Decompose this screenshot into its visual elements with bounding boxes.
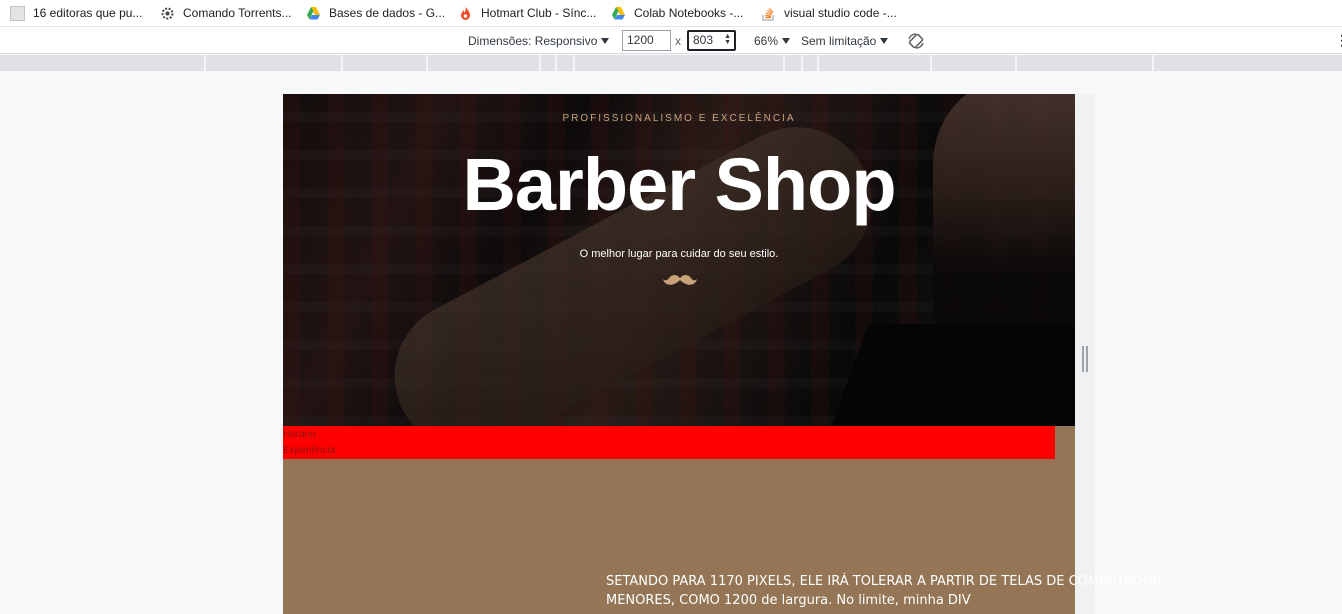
bookmark-label: Comando Torrents... xyxy=(183,6,292,20)
spinner-icon[interactable]: ▲ ▼ xyxy=(724,33,731,46)
annotation-note: SETANDO PARA 1170 PIXELS, ELE IRÁ TOLERA… xyxy=(606,572,1206,610)
bookmark-5[interactable]: Colab Notebooks -... xyxy=(611,0,743,27)
zoom-label: 66% xyxy=(754,33,779,48)
mustache-icon xyxy=(663,275,697,285)
resize-handle[interactable] xyxy=(1082,346,1088,372)
chevron-down-icon xyxy=(880,37,889,44)
throttle-dropdown[interactable]: Sem limitação xyxy=(801,27,889,54)
media-query-ruler[interactable] xyxy=(0,55,1342,71)
bookmark-label: Hotmart Club - Sínc... xyxy=(481,6,597,20)
chevron-down-icon xyxy=(601,37,610,44)
dimensions-label: Dimensões: Responsivo xyxy=(468,33,598,48)
bookmark-label: Bases de dados - G... xyxy=(329,6,446,20)
dimensions-dropdown[interactable]: Dimensões: Responsivo xyxy=(468,27,610,54)
bookmark-6[interactable]: visual studio code -... xyxy=(761,0,897,27)
height-value: 803 xyxy=(693,33,714,47)
flame-icon xyxy=(458,6,473,21)
stack-icon xyxy=(761,6,776,21)
nav-link-experiencia[interactable]: Experiência xyxy=(283,443,1055,459)
bookmark-label: 16 editoras que pu... xyxy=(33,6,143,20)
height-input[interactable]: 803 ▲ ▼ xyxy=(687,30,736,51)
chevron-down-icon xyxy=(782,37,791,44)
nav-bar-gap xyxy=(1055,426,1075,459)
width-input[interactable]: 1200 xyxy=(622,30,671,51)
rotate-icon[interactable] xyxy=(907,27,925,54)
drive-icon xyxy=(306,6,321,21)
bookmark-4[interactable]: Hotmart Club - Sínc... xyxy=(458,0,596,27)
device-toolbar: Dimensões: Responsivo 1200 x 803 ▲ ▼ 66% … xyxy=(0,27,1342,54)
hero-title: Barber Shop xyxy=(462,143,896,226)
hero-subtitle: O melhor lugar para cuidar do seu estilo… xyxy=(579,248,779,260)
nav-link-horario[interactable]: Horário xyxy=(283,427,1055,443)
hero-tagline: PROFISSIONALISMO E EXCELÊNCIA xyxy=(562,113,796,124)
hero-section: PROFISSIONALISMO E EXCELÊNCIA Barber Sho… xyxy=(283,94,1075,426)
more-options-icon[interactable]: ⋮ xyxy=(1335,27,1342,54)
zoom-dropdown[interactable]: 66% xyxy=(754,27,791,54)
bookmark-3[interactable]: Bases de dados - G... xyxy=(306,0,445,27)
page-icon xyxy=(10,5,25,21)
gear-icon xyxy=(160,6,175,21)
bookmark-label: Colab Notebooks -... xyxy=(634,6,744,20)
bookmark-2[interactable]: Comando Torrents... xyxy=(160,0,292,27)
drive-icon xyxy=(611,6,626,21)
nav-bar: Horário Experiência xyxy=(283,426,1055,459)
times-separator: x xyxy=(675,33,681,48)
note-line: MENORES, COMO 1200 de largura. No limite… xyxy=(606,593,971,608)
note-line: SETANDO PARA 1170 PIXELS, ELE IRÁ TOLERA… xyxy=(606,574,1162,589)
bookmark-1[interactable]: 16 editoras que pu... xyxy=(10,0,142,27)
throttle-label: Sem limitação xyxy=(801,33,877,48)
bookmark-label: visual studio code -... xyxy=(784,6,897,20)
bookmarks-bar: 16 editoras que pu... Comando Torrents..… xyxy=(0,0,1342,27)
